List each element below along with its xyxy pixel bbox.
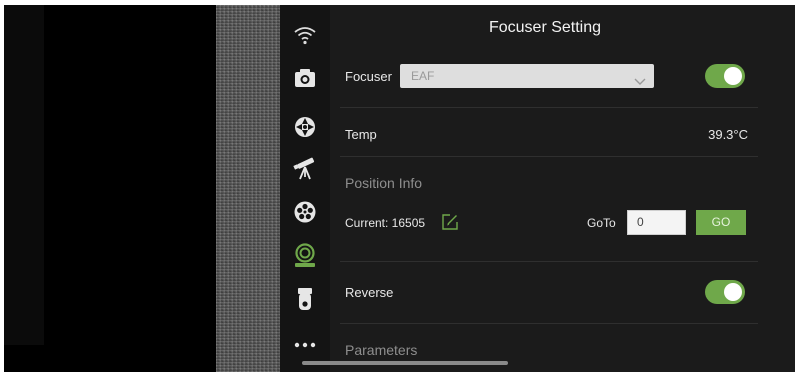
focuser-label: Focuser — [345, 69, 392, 84]
divider — [340, 323, 758, 324]
temp-value: 39.3°C — [708, 127, 748, 142]
parameters-title: Parameters — [345, 342, 418, 358]
more-icon[interactable] — [293, 333, 317, 357]
goto-label: GoTo — [587, 216, 616, 230]
app-screen: Focuser Setting Focuser EAF Temp 39.3°C … — [4, 5, 795, 372]
focuser-icon[interactable] — [293, 243, 317, 268]
focuser-settings-panel: Focuser Setting Focuser EAF Temp 39.3°C … — [330, 5, 795, 372]
reverse-label: Reverse — [345, 285, 394, 300]
mount-icon[interactable] — [293, 115, 317, 139]
sidebar — [280, 5, 330, 372]
divider — [340, 156, 758, 157]
camera-preview-noise — [216, 5, 280, 372]
position-info-title: Position Info — [345, 175, 423, 191]
focuser-toggle[interactable] — [705, 64, 745, 88]
camera-preview-left — [4, 5, 44, 345]
toggle-knob — [724, 67, 742, 85]
panel-title: Focuser Setting — [488, 19, 602, 36]
divider — [340, 261, 758, 262]
telescope-icon[interactable] — [293, 156, 317, 180]
chevron-down-icon — [634, 70, 646, 94]
current-position: Current: 16505 — [345, 216, 426, 230]
camera-icon[interactable] — [293, 66, 317, 90]
camera-preview — [44, 5, 216, 372]
focuser-select-value: EAF — [411, 69, 435, 83]
divider — [340, 107, 758, 108]
go-button[interactable]: GO — [696, 210, 746, 235]
wifi-icon[interactable] — [293, 23, 317, 47]
focuser-select[interactable]: EAF — [400, 64, 654, 88]
reverse-toggle[interactable] — [705, 280, 745, 304]
goto-input[interactable]: 0 — [627, 210, 686, 235]
toggle-knob — [724, 283, 742, 301]
edit-icon[interactable] — [441, 213, 459, 231]
filter-wheel-icon[interactable] — [293, 200, 317, 224]
temp-label: Temp — [345, 127, 377, 142]
device-icon[interactable] — [293, 288, 317, 312]
scrollbar[interactable] — [302, 361, 508, 365]
